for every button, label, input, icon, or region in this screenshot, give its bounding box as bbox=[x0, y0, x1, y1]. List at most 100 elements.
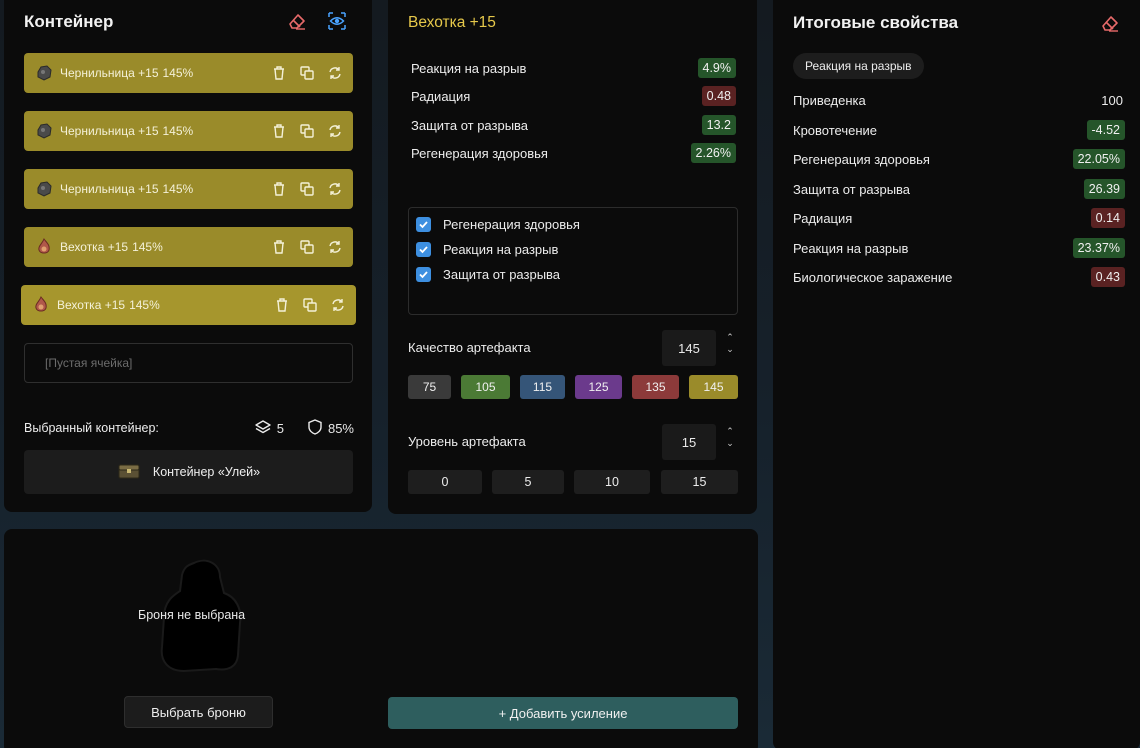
copy-icon[interactable] bbox=[299, 239, 315, 255]
chevron-down-icon[interactable]: ⌄ bbox=[726, 343, 734, 355]
stat-value: 2.26% bbox=[690, 143, 736, 163]
total-row: Приведенка 100 bbox=[793, 89, 1125, 111]
eye-icon[interactable] bbox=[326, 10, 348, 32]
total-value: 22.05% bbox=[1072, 149, 1125, 169]
filter-checkbox-row[interactable]: Регенерация здоровья bbox=[416, 215, 580, 233]
slot-quality: 145% bbox=[162, 182, 194, 196]
level-input[interactable]: 15 bbox=[662, 424, 716, 460]
container-panel: Контейнер Чернильница +15 145% Чернильни… bbox=[4, 0, 372, 512]
container-slot[interactable]: Чернильница +15 145% bbox=[24, 53, 353, 93]
checkbox-label: Регенерация здоровья bbox=[443, 216, 580, 232]
chest-icon bbox=[117, 462, 141, 483]
stat-value: 13.2 bbox=[701, 115, 736, 135]
level-preset-button[interactable]: 5 bbox=[492, 470, 564, 494]
container-slot[interactable]: Чернильница +15 145% bbox=[24, 111, 353, 151]
filter-checkbox-row[interactable]: Реакция на разрыв bbox=[416, 240, 558, 258]
layers-icon bbox=[255, 419, 271, 438]
filter-checkbox-row[interactable]: Защита от разрыва bbox=[416, 265, 560, 283]
checkbox-label: Реакция на разрыв bbox=[443, 241, 559, 257]
container-slot[interactable]: Чернильница +15 145% bbox=[24, 169, 353, 209]
total-value: 100 bbox=[1101, 92, 1123, 108]
quality-input[interactable]: 145 bbox=[662, 330, 716, 366]
copy-icon[interactable] bbox=[299, 123, 315, 139]
trash-icon[interactable] bbox=[271, 123, 287, 139]
filter-chip[interactable]: Реакция на разрыв bbox=[793, 53, 924, 79]
select-container-button[interactable]: Контейнер «Улей» bbox=[24, 450, 353, 494]
copy-icon[interactable] bbox=[299, 65, 315, 81]
copy-icon[interactable] bbox=[299, 181, 315, 197]
total-name: Кровотечение bbox=[793, 122, 878, 138]
stat-name: Регенерация здоровья bbox=[411, 145, 548, 161]
slot-quality: 145% bbox=[162, 124, 194, 138]
container-stats: 5 85% bbox=[255, 419, 354, 438]
total-row: Радиация 0.14 bbox=[793, 207, 1125, 229]
artifact-stat-row: Реакция на разрыв 4.9% bbox=[411, 57, 736, 79]
container-name: Контейнер «Улей» bbox=[152, 465, 261, 479]
quality-preset-button[interactable]: 145 bbox=[689, 375, 738, 399]
slot-count: 5 bbox=[276, 421, 284, 436]
container-title: Контейнер bbox=[24, 12, 114, 31]
rock-artifact-icon bbox=[35, 180, 53, 198]
level-preset-button[interactable]: 10 bbox=[574, 470, 650, 494]
shield-icon bbox=[308, 419, 322, 438]
total-name: Радиация bbox=[793, 210, 853, 226]
trash-icon[interactable] bbox=[271, 181, 287, 197]
level-preset-button[interactable]: 15 bbox=[661, 470, 738, 494]
flame-artifact-icon bbox=[35, 237, 53, 256]
rock-artifact-icon bbox=[35, 64, 53, 82]
armor-panel: Броня не выбрана Выбрать броню + Добавит… bbox=[4, 529, 758, 748]
stat-name: Радиация bbox=[411, 88, 471, 104]
slot-name: Вехотка +15 bbox=[57, 298, 126, 312]
refresh-icon[interactable] bbox=[327, 123, 343, 139]
totals-panel: Итоговые свойства Реакция на разрыв Прив… bbox=[773, 0, 1140, 748]
quality-preset-button[interactable]: 105 bbox=[461, 375, 510, 399]
checkbox-label: Защита от разрыва bbox=[443, 266, 561, 282]
quality-preset-button[interactable]: 135 bbox=[632, 375, 679, 399]
empty-slot[interactable]: [Пустая ячейка] bbox=[24, 343, 353, 383]
slot-quality: 145% bbox=[132, 240, 163, 254]
total-value: 0.43 bbox=[1090, 267, 1125, 287]
refresh-icon[interactable] bbox=[327, 239, 343, 255]
total-name: Приведенка bbox=[793, 92, 866, 108]
total-name: Реакция на разрыв bbox=[793, 240, 909, 256]
stat-name: Реакция на разрыв bbox=[411, 60, 527, 76]
refresh-icon[interactable] bbox=[330, 297, 346, 313]
checkbox-checked[interactable] bbox=[416, 241, 431, 257]
chevron-up-icon[interactable]: ⌃ bbox=[726, 331, 734, 343]
eraser-icon[interactable] bbox=[1099, 12, 1121, 34]
level-preset-button[interactable]: 0 bbox=[408, 470, 482, 494]
slot-name: Чернильница +15 bbox=[60, 66, 159, 80]
trash-icon[interactable] bbox=[271, 239, 287, 255]
add-boost-button[interactable]: + Добавить усиление bbox=[388, 697, 738, 729]
slot-quality: 145% bbox=[162, 66, 194, 80]
artifact-stat-row: Защита от разрыва 13.2 bbox=[411, 114, 736, 136]
pick-armor-button[interactable]: Выбрать броню bbox=[124, 696, 273, 728]
level-stepper[interactable]: ⌃ ⌄ bbox=[723, 425, 737, 449]
artifact-title: Вехотка +15 bbox=[408, 14, 496, 31]
stat-filter-box: Регенерация здоровья Реакция на разрыв З… bbox=[408, 207, 738, 315]
chevron-up-icon[interactable]: ⌃ bbox=[726, 425, 734, 437]
container-slot[interactable]: Вехотка +15 145% bbox=[24, 227, 353, 267]
level-label: Уровень артефакта bbox=[408, 434, 526, 449]
rock-artifact-icon bbox=[35, 122, 53, 140]
container-slot-selected[interactable]: Вехотка +15 145% bbox=[21, 285, 356, 325]
trash-icon[interactable] bbox=[271, 65, 287, 81]
checkbox-checked[interactable] bbox=[416, 216, 431, 232]
refresh-icon[interactable] bbox=[327, 181, 343, 197]
chevron-down-icon[interactable]: ⌄ bbox=[726, 437, 734, 449]
total-value: 0.14 bbox=[1090, 208, 1125, 228]
quality-stepper[interactable]: ⌃ ⌄ bbox=[723, 331, 737, 355]
slot-name: Вехотка +15 bbox=[60, 240, 129, 254]
copy-icon[interactable] bbox=[302, 297, 318, 313]
refresh-icon[interactable] bbox=[327, 65, 343, 81]
quality-preset-button[interactable]: 75 bbox=[408, 375, 451, 399]
eraser-icon[interactable] bbox=[286, 10, 308, 32]
quality-preset-button[interactable]: 125 bbox=[575, 375, 622, 399]
artifact-stat-row: Радиация 0.48 bbox=[411, 85, 736, 107]
trash-icon[interactable] bbox=[274, 297, 290, 313]
quality-preset-button[interactable]: 115 bbox=[520, 375, 565, 399]
checkbox-checked[interactable] bbox=[416, 266, 431, 282]
totals-title: Итоговые свойства bbox=[793, 13, 959, 32]
total-name: Защита от разрыва bbox=[793, 181, 911, 197]
slot-quality: 145% bbox=[129, 298, 160, 312]
